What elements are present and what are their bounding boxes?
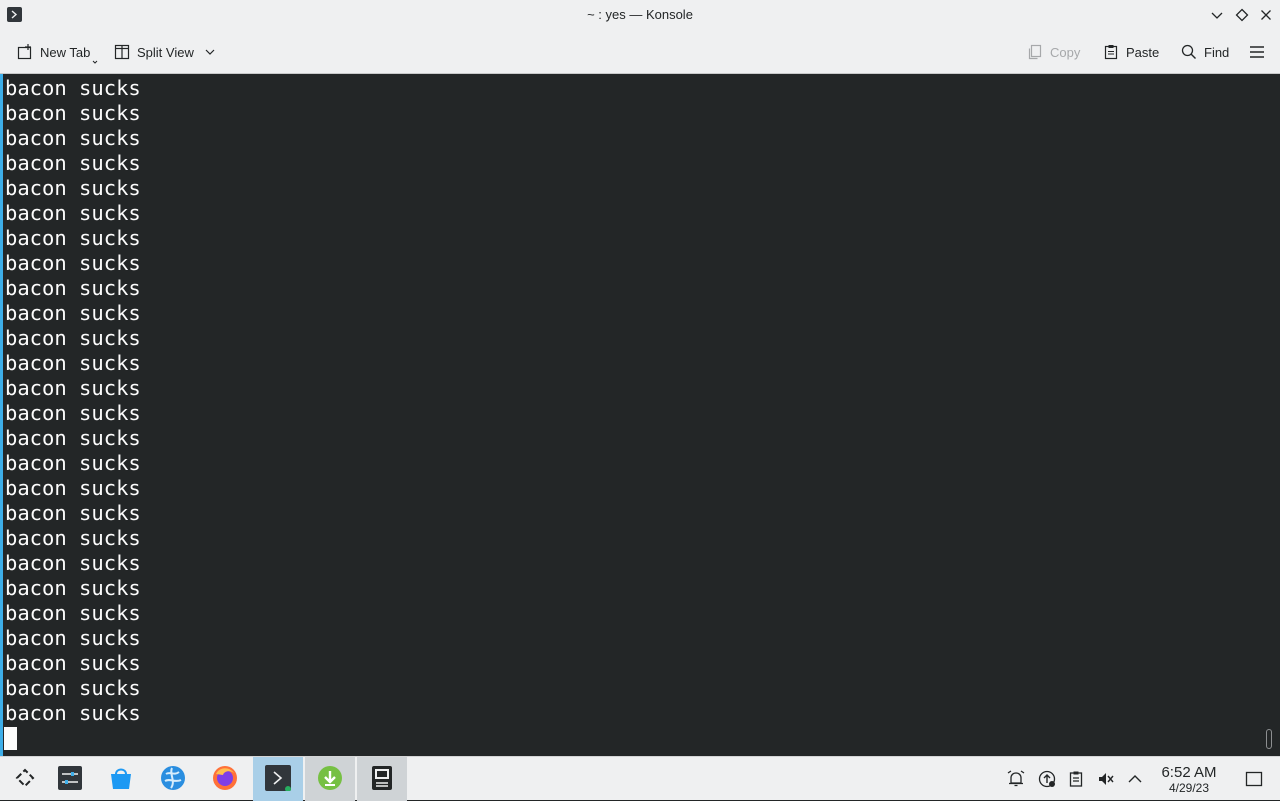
terminal-line: bacon sucks bbox=[5, 401, 141, 425]
new-tab-icon bbox=[16, 43, 34, 61]
konsole-icon bbox=[265, 765, 291, 791]
terminal-line: bacon sucks bbox=[5, 626, 141, 650]
terminal-line: bacon sucks bbox=[5, 226, 141, 250]
taskbar-download-manager[interactable] bbox=[305, 757, 355, 801]
paste-button[interactable]: Paste bbox=[1102, 41, 1159, 63]
taskbar-firefox[interactable] bbox=[200, 757, 250, 801]
terminal-line: bacon sucks bbox=[5, 426, 141, 450]
maximize-button[interactable] bbox=[1233, 6, 1251, 24]
hamburger-menu-icon bbox=[1248, 43, 1266, 61]
system-settings-icon bbox=[57, 765, 83, 791]
split-view-icon bbox=[113, 43, 131, 61]
terminal-cursor bbox=[4, 727, 17, 750]
terminal-view[interactable]: bacon sucks bacon sucks bacon sucks bacon s… bbox=[0, 74, 1280, 756]
new-tab-button[interactable]: New Tab bbox=[16, 41, 98, 64]
close-button[interactable] bbox=[1257, 6, 1275, 24]
web-browser-icon bbox=[160, 765, 186, 791]
updates-icon[interactable] bbox=[1037, 769, 1057, 789]
terminal-line: bacon sucks bbox=[5, 676, 141, 700]
firefox-icon bbox=[212, 765, 238, 791]
terminal-line: bacon sucks bbox=[5, 276, 141, 300]
clipboard-icon[interactable] bbox=[1066, 769, 1086, 789]
terminal-line: bacon sucks bbox=[5, 451, 141, 475]
discover-store-icon bbox=[108, 765, 134, 791]
terminal-line: bacon sucks bbox=[5, 126, 141, 150]
new-tab-menu-indicator-icon bbox=[92, 60, 98, 64]
find-label: Find bbox=[1204, 44, 1230, 60]
download-manager-icon bbox=[317, 765, 343, 791]
copy-button[interactable]: Copy bbox=[1026, 41, 1080, 63]
taskbar-web-browser[interactable] bbox=[148, 757, 198, 801]
digital-clock[interactable]: 6:52 AM 4/29/23 bbox=[1150, 764, 1228, 795]
taskbar-discover[interactable] bbox=[96, 757, 146, 801]
hamburger-menu-button[interactable] bbox=[1248, 41, 1272, 63]
split-view-button[interactable]: Split View bbox=[113, 41, 216, 63]
taskbar: 6:52 AM 4/29/23 bbox=[0, 756, 1280, 801]
terminal-output: bacon sucks bacon sucks bacon sucks bacon s… bbox=[5, 76, 141, 726]
taskbar-konsole[interactable] bbox=[253, 757, 303, 801]
terminal-line: bacon sucks bbox=[5, 151, 141, 175]
find-button[interactable]: Find bbox=[1180, 41, 1229, 63]
terminal-line: bacon sucks bbox=[5, 576, 141, 600]
copy-icon bbox=[1026, 43, 1044, 61]
search-icon bbox=[1180, 43, 1198, 61]
terminal-line: bacon sucks bbox=[5, 251, 141, 275]
main-toolbar: New Tab Split View Copy Paste Find bbox=[0, 30, 1280, 74]
clock-time: 6:52 AM bbox=[1161, 764, 1217, 781]
clock-date: 4/29/23 bbox=[1168, 781, 1210, 795]
terminal-line: bacon sucks bbox=[5, 76, 141, 100]
terminal-line: bacon sucks bbox=[5, 201, 141, 225]
window-title: ~ : yes — Konsole bbox=[587, 7, 693, 22]
terminal-line: bacon sucks bbox=[5, 501, 141, 525]
notifications-icon[interactable] bbox=[1006, 769, 1026, 789]
terminal-scrollbar[interactable] bbox=[1266, 729, 1272, 749]
minimize-button[interactable] bbox=[1208, 6, 1226, 24]
terminal-line: bacon sucks bbox=[5, 476, 141, 500]
taskbar-document-viewer[interactable] bbox=[357, 757, 407, 801]
terminal-line: bacon sucks bbox=[5, 701, 141, 725]
active-split-indicator bbox=[0, 74, 3, 756]
terminal-line: bacon sucks bbox=[5, 526, 141, 550]
terminal-line: bacon sucks bbox=[5, 551, 141, 575]
paste-icon bbox=[1102, 43, 1120, 61]
terminal-line: bacon sucks bbox=[5, 101, 141, 125]
split-view-label: Split View bbox=[137, 44, 194, 60]
terminal-line: bacon sucks bbox=[5, 351, 141, 375]
document-viewer-icon bbox=[369, 765, 395, 791]
terminal-line: bacon sucks bbox=[5, 651, 141, 675]
volume-muted-icon[interactable] bbox=[1096, 769, 1116, 789]
terminal-line: bacon sucks bbox=[5, 301, 141, 325]
taskbar-system-settings[interactable] bbox=[45, 757, 95, 801]
chevron-down-icon[interactable] bbox=[204, 46, 216, 58]
new-tab-label: New Tab bbox=[40, 44, 91, 60]
copy-label: Copy bbox=[1050, 44, 1081, 60]
terminal-line: bacon sucks bbox=[5, 326, 141, 350]
paste-label: Paste bbox=[1126, 44, 1160, 60]
terminal-line: bacon sucks bbox=[5, 176, 141, 200]
window-titlebar[interactable]: ~ : yes — Konsole bbox=[0, 0, 1280, 30]
terminal-line: bacon sucks bbox=[5, 376, 141, 400]
application-launcher-icon bbox=[12, 765, 38, 791]
show-desktop-icon[interactable] bbox=[1244, 769, 1264, 789]
show-hidden-icons-chevron[interactable] bbox=[1125, 769, 1145, 789]
application-launcher-button[interactable] bbox=[0, 757, 50, 801]
terminal-line: bacon sucks bbox=[5, 601, 141, 625]
